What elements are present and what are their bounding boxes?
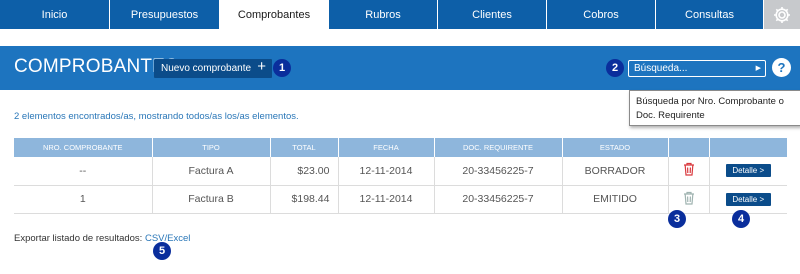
- cell-fecha: 12-11-2014: [338, 185, 435, 214]
- cell-nro: 1: [14, 185, 153, 214]
- new-comprobante-label: Nuevo comprobante: [161, 63, 252, 74]
- detalle-button[interactable]: Detalle >: [725, 164, 771, 178]
- cell-doc: 20-33456225-7: [434, 157, 563, 186]
- detalle-label: Detalle: [732, 166, 758, 176]
- col-fecha: FECHA: [338, 138, 435, 157]
- table-header-row: NRO. COMPROBANTE TIPO TOTAL FECHA DOC. R…: [14, 138, 787, 157]
- col-estado: ESTADO: [562, 138, 669, 157]
- col-detalle: [709, 138, 787, 157]
- tab-rubros[interactable]: Rubros: [329, 0, 438, 29]
- new-comprobante-button[interactable]: Nuevo comprobante +: [154, 58, 272, 78]
- tab-inicio[interactable]: Inicio: [0, 0, 110, 29]
- tab-comprobantes[interactable]: Comprobantes: [220, 0, 329, 29]
- cell-estado: EMITIDO: [562, 185, 669, 214]
- cell-delete: [668, 157, 710, 186]
- cell-nro: --: [14, 157, 153, 186]
- cell-detalle: Detalle >: [709, 157, 787, 186]
- tab-consultas[interactable]: Consultas: [656, 0, 764, 29]
- cell-total: $198.44: [270, 185, 339, 214]
- search-placeholder: Búsqueda...: [634, 63, 688, 74]
- trash-icon[interactable]: [683, 162, 695, 176]
- gear-icon: [774, 6, 790, 23]
- table-row: 1 Factura B $198.44 12-11-2014 20-334562…: [14, 185, 787, 214]
- settings-button[interactable]: [764, 0, 800, 29]
- top-navigation: Inicio Presupuestos Comprobantes Rubros …: [0, 0, 800, 29]
- table-row: -- Factura A $23.00 12-11-2014 20-334562…: [14, 157, 787, 186]
- col-doc: DOC. REQUIRENTE: [434, 138, 563, 157]
- help-button[interactable]: ?: [772, 58, 791, 77]
- search-dropdown[interactable]: Búsqueda... ▶: [628, 60, 766, 77]
- col-total: TOTAL: [270, 138, 339, 157]
- col-delete: [668, 138, 710, 157]
- callout-badge-5: 5: [153, 242, 171, 260]
- callout-badge-4: 4: [732, 210, 750, 228]
- callout-badge-2: 2: [606, 59, 624, 77]
- tab-presupuestos[interactable]: Presupuestos: [110, 0, 220, 29]
- tab-cobros[interactable]: Cobros: [547, 0, 656, 29]
- trash-icon: [683, 191, 694, 205]
- cell-delete: [668, 185, 710, 214]
- callout-badge-1: 1: [273, 59, 291, 77]
- export-label: Exportar listado de resultados:: [14, 233, 143, 244]
- comprobantes-table: NRO. COMPROBANTE TIPO TOTAL FECHA DOC. R…: [14, 138, 787, 214]
- cell-tipo: Factura B: [152, 185, 271, 214]
- cell-total: $23.00: [270, 157, 339, 186]
- caret-right-icon: ▶: [755, 65, 761, 72]
- cell-estado: BORRADOR: [562, 157, 669, 186]
- cell-detalle: Detalle >: [709, 185, 787, 214]
- cell-fecha: 12-11-2014: [338, 157, 435, 186]
- cell-tipo: Factura A: [152, 157, 271, 186]
- detalle-label: Detalle: [732, 194, 758, 204]
- tab-clientes[interactable]: Clientes: [438, 0, 547, 29]
- results-summary: 2 elementos encontrados/as, mostrando to…: [14, 111, 299, 122]
- export-csv-link[interactable]: CSV/Excel: [145, 233, 190, 244]
- col-tipo: TIPO: [152, 138, 271, 157]
- callout-badge-3: 3: [668, 210, 686, 228]
- cell-doc: 20-33456225-7: [434, 185, 563, 214]
- col-nro: NRO. COMPROBANTE: [14, 138, 153, 157]
- detalle-button[interactable]: Detalle >: [725, 192, 771, 206]
- plus-icon: +: [257, 58, 266, 75]
- search-tooltip: Búsqueda por Nro. Comprobante o Doc. Req…: [629, 90, 800, 126]
